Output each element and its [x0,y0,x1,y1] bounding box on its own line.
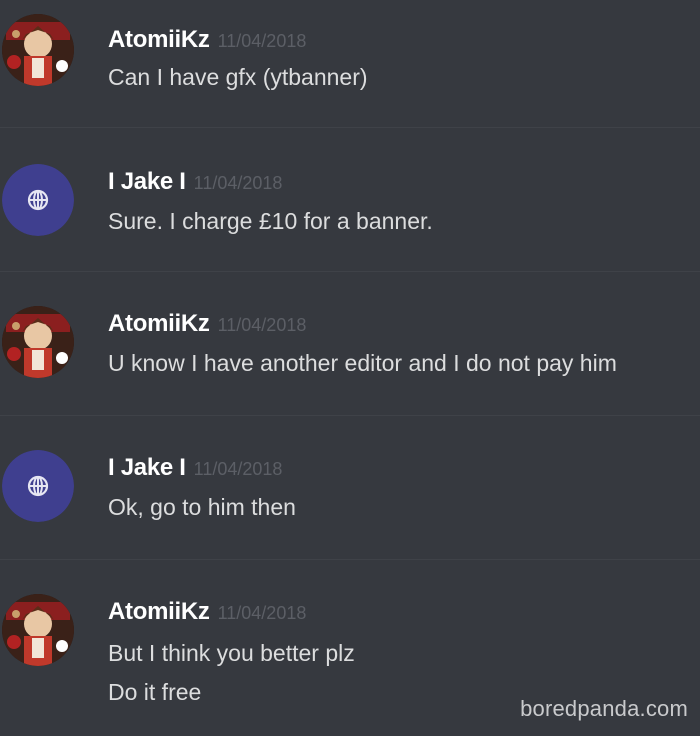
username[interactable]: I Jake I [108,454,186,481]
username[interactable]: AtomiiKz [108,26,210,53]
timestamp: 11/04/2018 [193,173,283,193]
timestamp: 11/04/2018 [217,603,307,623]
timestamp: 11/04/2018 [217,315,307,335]
message-header: AtomiiKz 11/04/2018 [108,598,306,626]
message-text: Ok, go to him then [108,494,296,520]
username[interactable]: AtomiiKz [108,598,210,625]
message-text: Can I have gfx (ytbanner) [108,64,368,90]
watermark: boredpanda.com [520,696,688,721]
anime-character-avatar-icon[interactable] [2,14,74,86]
message-group: I Jake I 11/04/2018 Ok, go to him then [0,416,700,560]
username[interactable]: I Jake I [108,168,186,195]
message-group: I Jake I 11/04/2018 Sure. I charge £10 fo… [0,128,700,272]
message-header: AtomiiKz 11/04/2018 [108,26,306,54]
timestamp: 11/04/2018 [217,31,307,51]
message-group: AtomiiKz 11/04/2018 U know I have another… [0,272,700,416]
anime-character-avatar-icon[interactable] [2,306,74,378]
globe-logo-avatar-icon[interactable] [2,450,74,522]
message-group: AtomiiKz 11/04/2018 Can I have gfx (ytban… [0,0,700,128]
timestamp: 11/04/2018 [193,459,283,479]
username[interactable]: AtomiiKz [108,310,210,337]
message-text: Sure. I charge £10 for a banner. [108,208,433,234]
chat-log: AtomiiKz 11/04/2018 Can I have gfx (ytban… [0,0,700,736]
message-text: Do it free [108,679,202,705]
message-text: U know I have another editor and I do no… [108,350,617,376]
anime-character-avatar-icon[interactable] [2,594,74,666]
message-header: I Jake I 11/04/2018 [108,454,282,482]
globe-logo-avatar-icon[interactable] [2,164,74,236]
message-header: AtomiiKz 11/04/2018 [108,310,306,338]
message-text: But I think you better plz [108,640,355,666]
message-header: I Jake I 11/04/2018 [108,168,282,196]
